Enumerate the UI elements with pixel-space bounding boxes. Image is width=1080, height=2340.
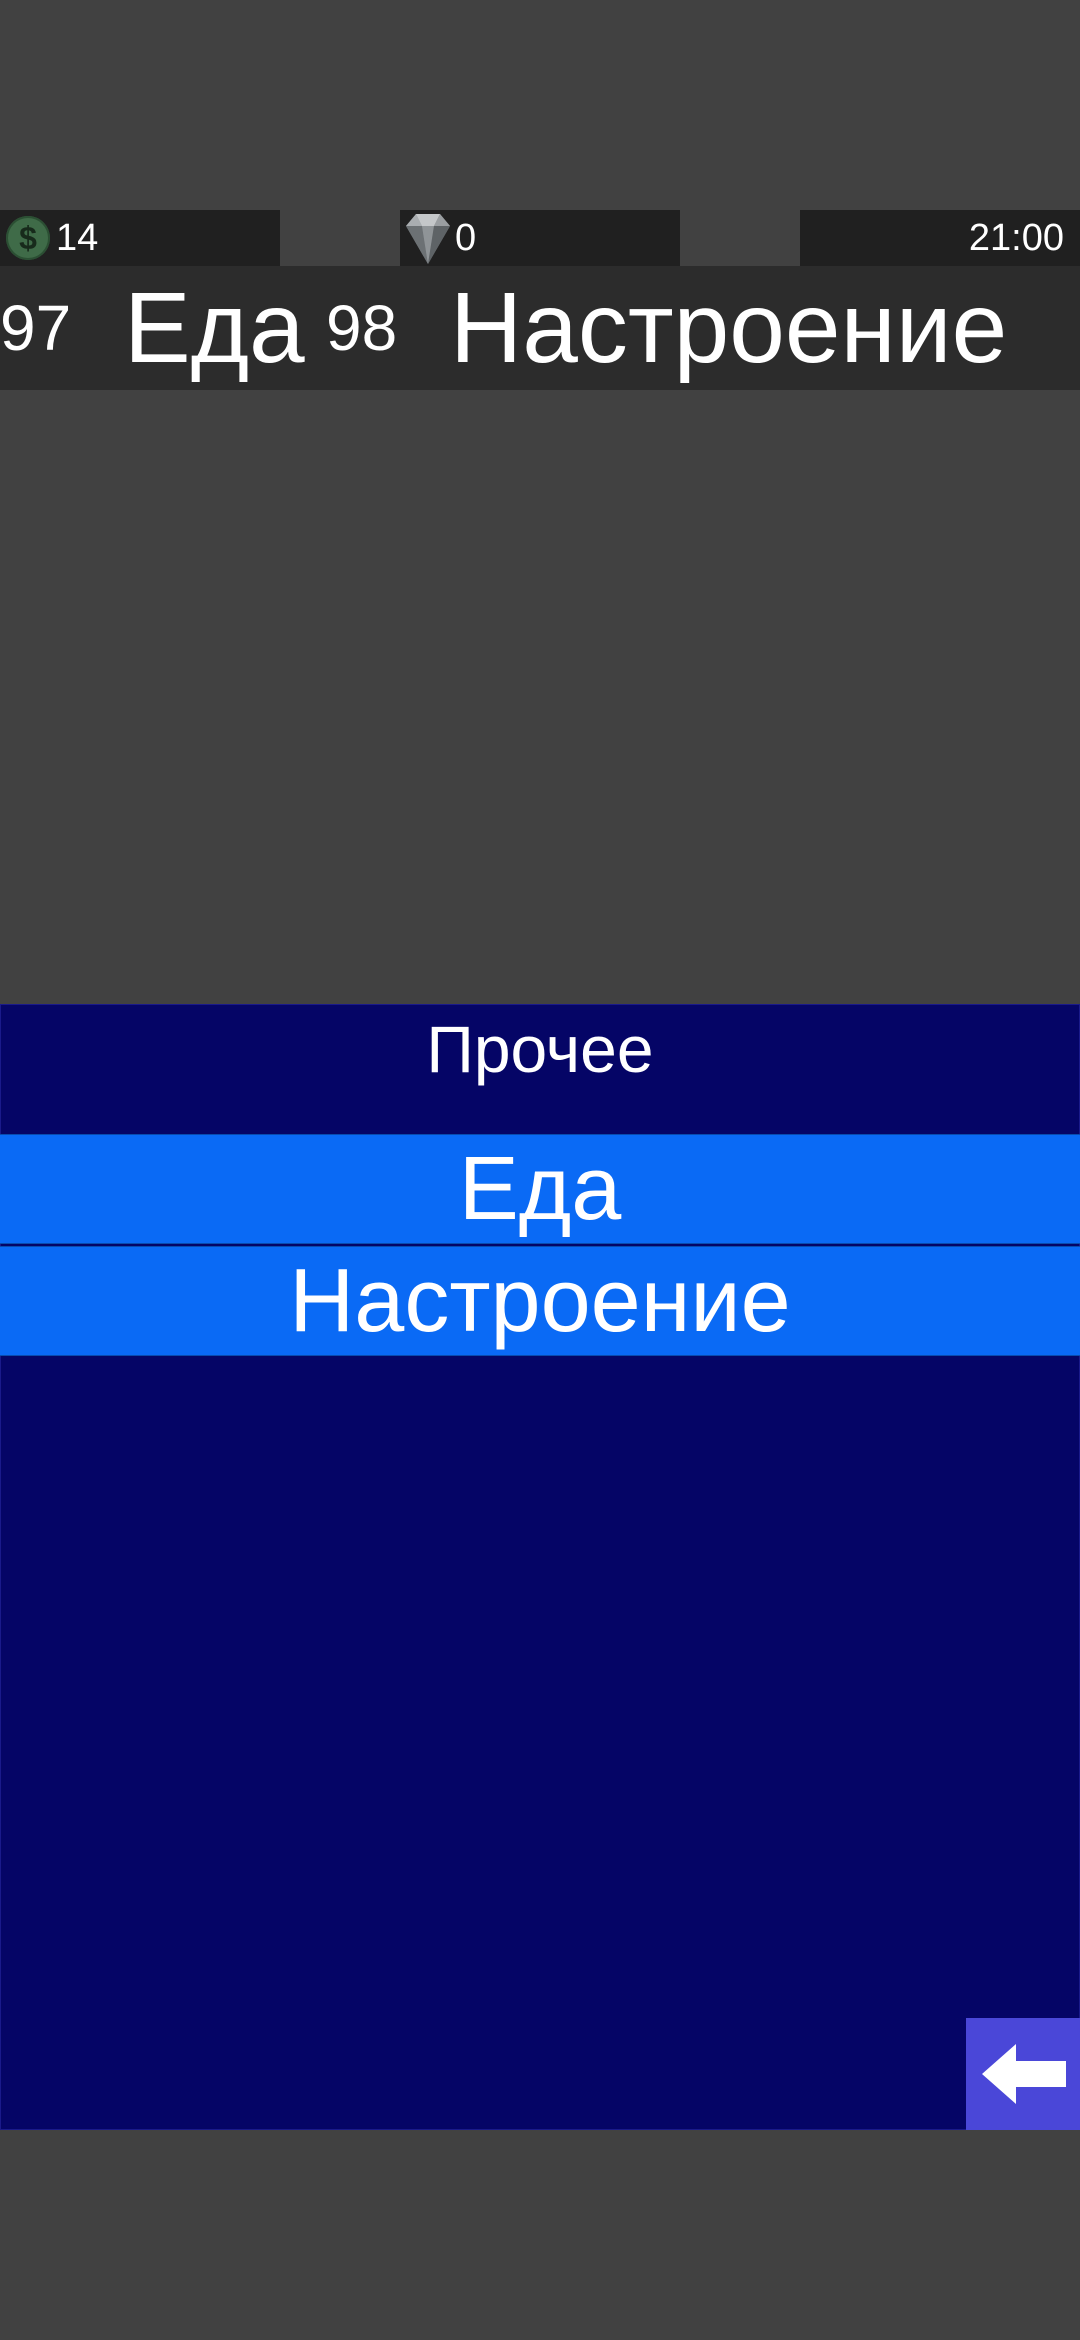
menu-item-food[interactable]: Еда — [0, 1134, 1080, 1244]
food-stat-label: Еда — [124, 272, 305, 384]
misc-panel: Прочее Еда Настроение — [0, 1004, 1080, 2130]
panel-title: Прочее — [426, 1012, 654, 1086]
stats-bar: 97 Еда 98 Настроение — [0, 266, 1080, 390]
clock-display: 21:00 — [800, 210, 1080, 266]
food-stat-value: 97 — [0, 292, 72, 364]
diamond-icon — [406, 214, 450, 264]
back-button[interactable] — [966, 2018, 1080, 2130]
resource-bar: $ 14 0 21:00 — [0, 210, 1080, 266]
clock-value: 21:00 — [968, 217, 1064, 259]
arrow-left-icon — [982, 2044, 1066, 2104]
money-value: 14 — [56, 217, 99, 259]
mood-stat-label: Настроение — [450, 272, 1008, 384]
menu-item-mood[interactable]: Настроение — [0, 1246, 1080, 1356]
money-counter: $ 14 — [0, 210, 280, 266]
gems-value: 0 — [455, 217, 477, 259]
gem-counter: 0 — [400, 210, 680, 266]
mood-stat-value: 98 — [326, 292, 398, 364]
dollar-coin-icon: $ — [6, 216, 50, 260]
